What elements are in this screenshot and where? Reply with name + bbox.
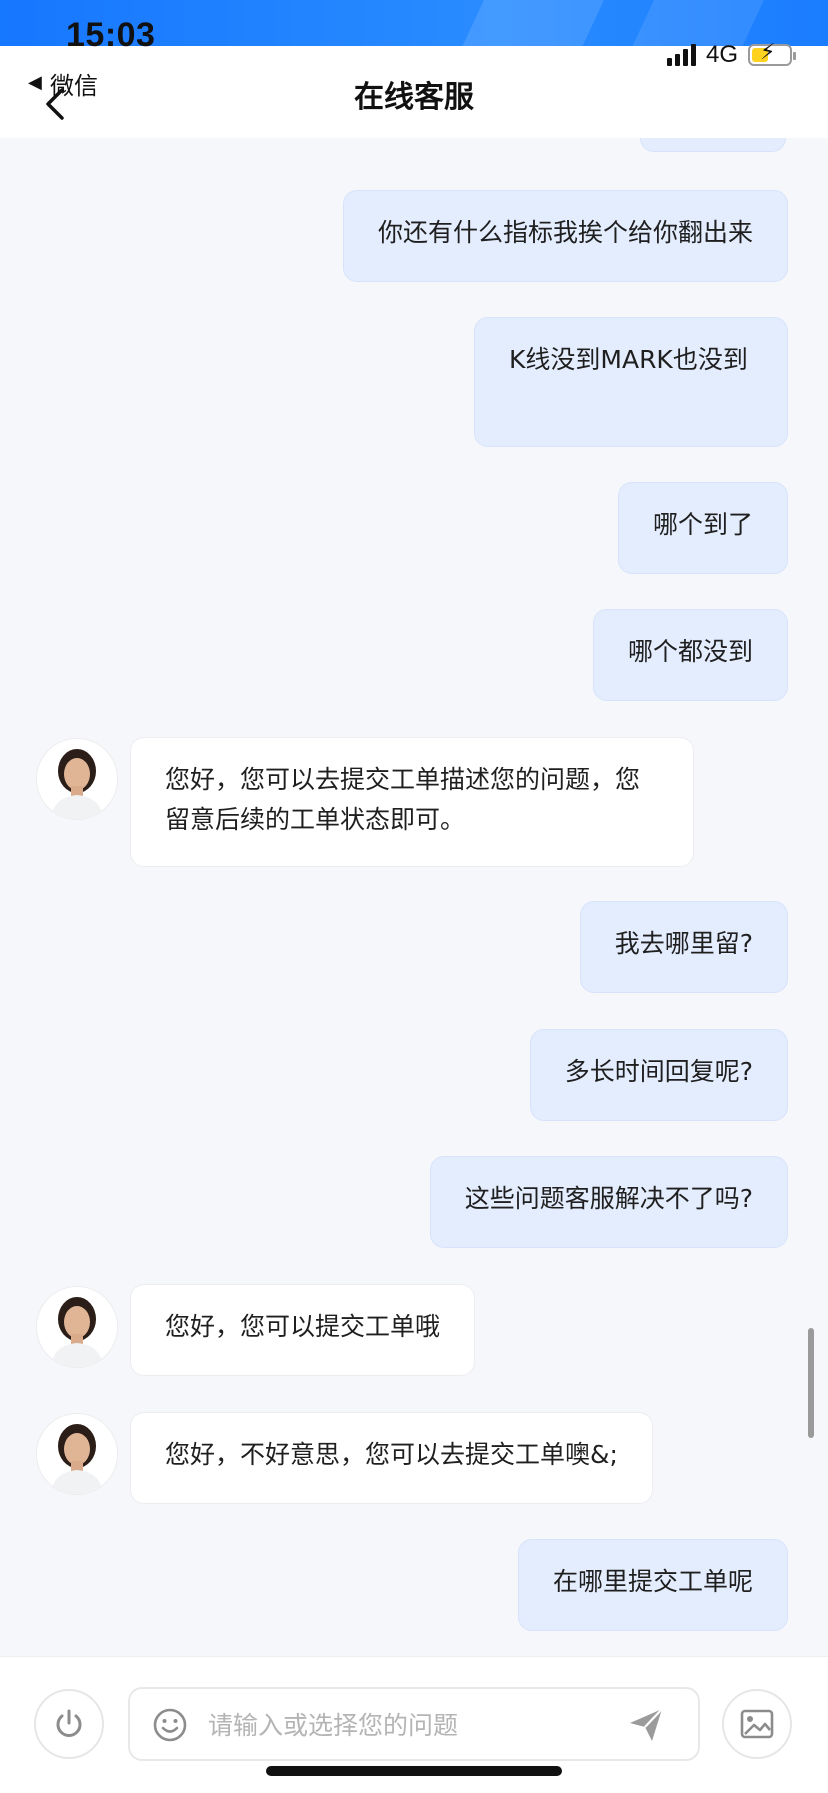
network-type: 4G bbox=[705, 41, 738, 68]
agent-portrait-icon bbox=[37, 739, 117, 819]
scrollbar[interactable] bbox=[808, 1328, 814, 1438]
message-bubble-agent: 您好，不好意思，您可以去提交工单噢&; bbox=[130, 1412, 653, 1504]
agent-portrait-icon bbox=[37, 1287, 117, 1367]
message-text: 哪个都没到 bbox=[627, 637, 753, 666]
message-text: 您好，您可以提交工单哦 bbox=[165, 1312, 441, 1341]
message-bubble-partial bbox=[640, 138, 786, 152]
message-text: 您好，您可以去提交工单描述您的问题，您留意后续的工单状态即可。 bbox=[165, 765, 641, 834]
battery-charging-icon: ⚡ bbox=[748, 42, 796, 66]
image-upload-button[interactable] bbox=[722, 1689, 792, 1759]
message-bubble-user: 多长时间回复呢? bbox=[529, 1029, 788, 1121]
message-text: 您好，不好意思，您可以去提交工单噢&; bbox=[165, 1440, 618, 1469]
message-text: 这些问题客服解决不了吗? bbox=[464, 1184, 753, 1213]
message-bubble-user: K线没到MARK也没到 bbox=[474, 317, 788, 447]
system-status-icons: 4G ⚡ bbox=[666, 41, 796, 68]
chat-message-list[interactable]: 你还有什么指标我挨个给你翻出来 K线没到MARK也没到 哪个到了 哪个都没到 您… bbox=[0, 138, 828, 1656]
send-icon[interactable] bbox=[626, 1705, 666, 1745]
message-text: 哪个到了 bbox=[652, 510, 753, 539]
page-title: 在线客服 bbox=[354, 80, 474, 115]
message-input[interactable] bbox=[206, 1699, 610, 1751]
status-bar-decoration bbox=[437, 0, 623, 46]
message-bubble-user: 哪个到了 bbox=[617, 482, 788, 574]
message-text: 我去哪里留? bbox=[614, 929, 753, 958]
message-bubble-user: 在哪里提交工单呢 bbox=[517, 1539, 788, 1631]
message-text: 在哪里提交工单呢 bbox=[552, 1567, 753, 1596]
message-text: 多长时间回复呢? bbox=[564, 1057, 753, 1086]
message-text: 你还有什么指标我挨个给你翻出来 bbox=[377, 218, 753, 247]
cellular-signal-icon bbox=[666, 44, 696, 66]
message-bubble-user: 这些问题客服解决不了吗? bbox=[429, 1156, 788, 1248]
emoji-icon[interactable] bbox=[152, 1707, 188, 1743]
message-text: K线没到MARK也没到 bbox=[509, 345, 748, 374]
agent-avatar bbox=[36, 1413, 118, 1495]
message-input-container[interactable] bbox=[128, 1687, 700, 1761]
power-icon bbox=[56, 1709, 82, 1737]
agent-avatar bbox=[36, 1286, 118, 1368]
agent-avatar bbox=[36, 738, 118, 820]
agent-portrait-icon bbox=[37, 1414, 117, 1494]
image-icon bbox=[740, 1709, 774, 1739]
message-bubble-user: 哪个都没到 bbox=[592, 609, 788, 701]
status-bar-decoration bbox=[607, 0, 783, 46]
home-indicator[interactable] bbox=[266, 1766, 562, 1776]
message-bubble-user: 你还有什么指标我挨个给你翻出来 bbox=[342, 190, 788, 282]
message-bubble-agent: 您好，您可以去提交工单描述您的问题，您留意后续的工单状态即可。 bbox=[130, 737, 694, 867]
end-session-button[interactable] bbox=[34, 1689, 104, 1759]
status-time: 15:03 bbox=[66, 16, 156, 54]
message-bubble-agent: 您好，您可以提交工单哦 bbox=[130, 1284, 476, 1376]
message-bubble-user: 我去哪里留? bbox=[579, 901, 788, 993]
